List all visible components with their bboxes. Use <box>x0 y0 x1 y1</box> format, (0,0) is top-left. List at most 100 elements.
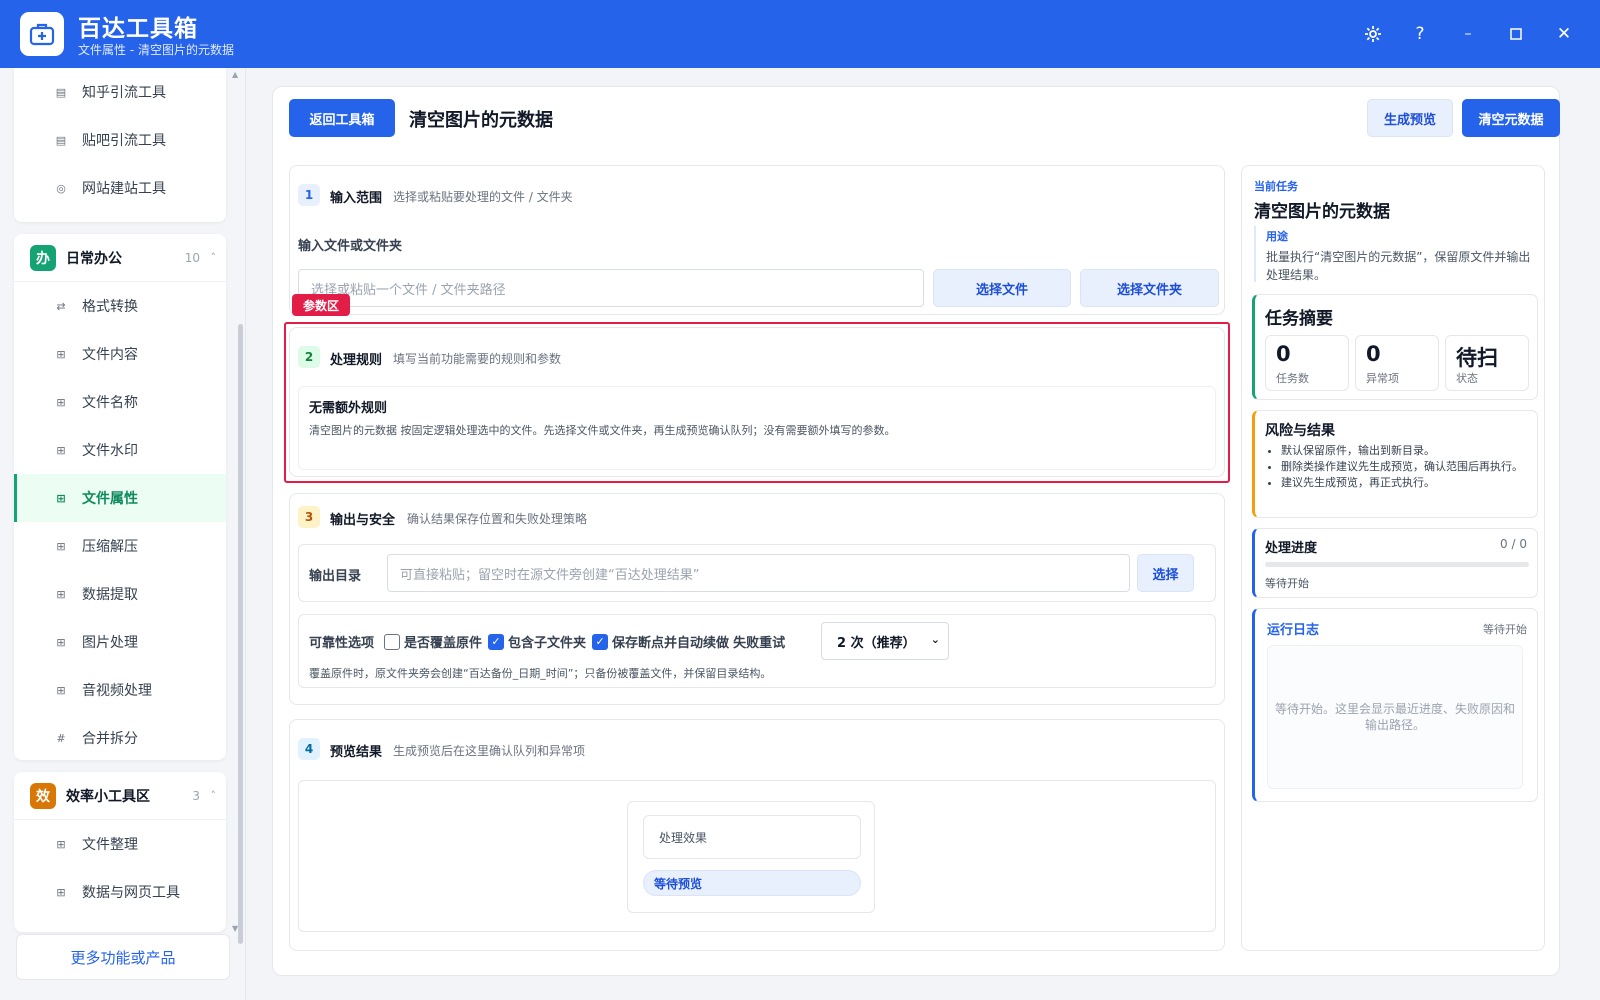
stat-label: 状态 <box>1456 372 1478 385</box>
sidebar-item-label: 贴吧引流工具 <box>82 133 166 149</box>
risk-item: 建议先生成预览，再正式执行。 <box>1281 475 1527 491</box>
sidebar-item-website[interactable]: ◎ 网站建站工具 <box>14 164 226 212</box>
section-input: 1 输入范围 选择或粘贴要处理的文件 / 文件夹 输入文件或文件夹 选择或粘贴一… <box>289 165 1225 315</box>
stat-status: 待扫 状态 <box>1445 335 1529 391</box>
progress-title: 处理进度 <box>1265 541 1318 556</box>
rule-desc: 清空图片的元数据 按固定逻辑处理选中的文件。先选择文件或文件夹，再生成预览确认队… <box>309 424 896 437</box>
section-desc: 确认结果保存位置和失败处理策略 <box>407 512 588 526</box>
input-path-field[interactable]: 选择或粘贴一个文件 / 文件夹路径 <box>298 269 924 307</box>
close-icon[interactable]: ✕ <box>1550 20 1578 48</box>
include-subfolder-checkbox[interactable]: ✓ <box>488 633 505 650</box>
reliability-options: 可靠性选项 是否覆盖原件 ✓ 包含子文件夹 ✓ 保存断点并自动续做 失败重试 <box>309 632 785 651</box>
group-count: 3 <box>192 788 200 803</box>
risk-title: 风险与结果 <box>1265 423 1335 439</box>
clear-metadata-button[interactable]: 清空元数据 <box>1462 99 1560 137</box>
toolbox-logo-icon <box>20 12 64 56</box>
more-products-link[interactable]: 更多功能或产品 <box>16 934 230 980</box>
resume-checkbox[interactable]: ✓ <box>592 633 609 650</box>
progress-track <box>1265 562 1529 567</box>
sidebar-item-file-name[interactable]: ⊞ 文件名称 <box>14 378 226 426</box>
log-card: 运行日志 等待开始 等待开始。这里会显示最近进度、失败原因和输出路径。 <box>1252 608 1538 802</box>
step-number: 2 <box>298 346 320 368</box>
task-title: 清空图片的元数据 <box>1254 202 1390 222</box>
step-number: 1 <box>298 184 320 206</box>
resume-label: 保存断点并自动续做 <box>612 636 730 651</box>
purpose-rail <box>1254 226 1256 282</box>
website-icon: ◎ <box>56 181 66 195</box>
chevron-up-icon[interactable]: ˄ <box>211 251 217 264</box>
retry-select[interactable]: 2 次（推荐） ⌄ <box>821 622 949 660</box>
grid-icon: ⊞ <box>56 395 66 409</box>
back-to-toolbox-button[interactable]: 返回工具箱 <box>289 99 395 137</box>
choose-file-button[interactable]: 选择文件 <box>933 269 1071 307</box>
sidebar-item-format-convert[interactable]: ⇄ 格式转换 <box>14 282 226 330</box>
grid-icon: ⊞ <box>56 635 66 649</box>
grid-icon: ⊞ <box>56 587 66 601</box>
grid-icon: ⊞ <box>56 885 66 899</box>
grid-icon: ⊞ <box>56 683 66 697</box>
scroll-up-icon[interactable]: ▲ <box>232 70 238 79</box>
minimize-icon[interactable]: – <box>1454 20 1482 48</box>
sidebar-item-file-organize[interactable]: ⊞ 文件整理 <box>14 820 226 868</box>
step-number: 3 <box>298 506 320 528</box>
chevron-up-icon[interactable]: ˄ <box>211 789 217 802</box>
effect-label: 处理效果 <box>643 815 861 859</box>
tieba-icon: ▤ <box>55 133 67 147</box>
maximize-icon[interactable] <box>1502 20 1530 48</box>
sidebar-group-header[interactable]: 效 效率小工具区 3 ˄ <box>14 772 226 820</box>
section-preview: 4 预览结果 生成预览后在这里确认队列和异常项 处理效果 等待预览 <box>289 719 1225 951</box>
efficiency-badge: 效 <box>30 782 56 809</box>
stat-value: 0 <box>1276 342 1291 366</box>
help-icon[interactable]: ? <box>1406 20 1434 48</box>
generate-preview-button[interactable]: 生成预览 <box>1367 99 1453 137</box>
output-dir-field[interactable]: 可直接粘贴；留空时在源文件旁创建“百达处理结果” <box>387 554 1130 592</box>
sidebar-group-title: 日常办公 <box>66 250 122 267</box>
reliability-label: 可靠性选项 <box>309 636 375 651</box>
risk-list: 默认保留原件，输出到新目录。 删除类操作建议先生成预览，确认范围后再执行。 建议… <box>1265 443 1527 491</box>
stat-value: 0 <box>1366 342 1381 366</box>
sidebar-item-tieba[interactable]: ▤ 贴吧引流工具 <box>14 116 226 164</box>
sidebar-item-file-attributes[interactable]: ⊞ 文件属性 <box>14 474 226 522</box>
sidebar-item-data-web[interactable]: ⊞ 数据与网页工具 <box>14 868 226 916</box>
sidebar-item-label: 图片处理 <box>82 635 138 651</box>
choose-output-button[interactable]: 选择 <box>1137 554 1194 592</box>
sidebar-item-media-process[interactable]: ⊞ 音视频处理 <box>14 666 226 714</box>
log-output: 等待开始。这里会显示最近进度、失败原因和输出路径。 <box>1267 645 1523 789</box>
window-subtitle: 文件属性 - 清空图片的元数据 <box>78 43 234 57</box>
stat-value: 待扫 <box>1456 346 1498 370</box>
sidebar-item-file-watermark[interactable]: ⊞ 文件水印 <box>14 426 226 474</box>
section-title: 预览结果 <box>330 745 383 760</box>
reliability-row: 可靠性选项 是否覆盖原件 ✓ 包含子文件夹 ✓ 保存断点并自动续做 失败重试 2… <box>298 614 1216 688</box>
section-desc: 填写当前功能需要的规则和参数 <box>393 352 562 366</box>
convert-icon: ⇄ <box>56 299 66 313</box>
risk-item: 删除类操作建议先生成预览，确认范围后再执行。 <box>1281 459 1527 475</box>
stat-tasks: 0 任务数 <box>1265 335 1349 391</box>
sidebar-item-data-extract[interactable]: ⊞ 数据提取 <box>14 570 226 618</box>
sidebar-item-zhihu[interactable]: ▤ 知乎引流工具 <box>14 68 226 116</box>
log-status: 等待开始 <box>1483 623 1527 636</box>
output-dir-label: 输出目录 <box>309 569 362 584</box>
sidebar-item-label: 文件水印 <box>82 443 138 459</box>
sidebar-item-compress[interactable]: ⊞ 压缩解压 <box>14 522 226 570</box>
zhihu-icon: ▤ <box>55 85 67 99</box>
sidebar-item-image-process[interactable]: ⊞ 图片处理 <box>14 618 226 666</box>
grid-icon: ⊞ <box>56 837 66 851</box>
input-field-label: 输入文件或文件夹 <box>298 239 403 254</box>
scroll-down-icon[interactable]: ▼ <box>232 924 238 933</box>
include-subfolder-label: 包含子文件夹 <box>508 636 587 651</box>
sidebar-item-file-content[interactable]: ⊞ 文件内容 <box>14 330 226 378</box>
grid-icon: ⊞ <box>56 443 66 457</box>
main-panel: 返回工具箱 清空图片的元数据 生成预览 清空元数据 1 输入范围 选择或粘贴要处… <box>272 86 1560 976</box>
sidebar-scrollbar[interactable] <box>238 324 243 944</box>
sidebar-item-label: 音视频处理 <box>82 683 152 699</box>
choose-folder-button[interactable]: 选择文件夹 <box>1080 269 1219 307</box>
sidebar-item-merge-split[interactable]: # 合并拆分 <box>14 714 226 760</box>
settings-gear-icon[interactable] <box>1359 20 1387 48</box>
grid-icon: ⊞ <box>56 347 66 361</box>
sidebar-group-header[interactable]: 办 日常办公 10 ˄ <box>14 234 226 282</box>
overwrite-checkbox[interactable] <box>384 633 401 650</box>
rule-title: 无需额外规则 <box>309 401 388 416</box>
retry-value: 2 次（推荐） <box>837 635 916 651</box>
sidebar-item-label: 合并拆分 <box>82 731 138 747</box>
progress-card: 处理进度 0 / 0 等待开始 <box>1252 528 1538 598</box>
